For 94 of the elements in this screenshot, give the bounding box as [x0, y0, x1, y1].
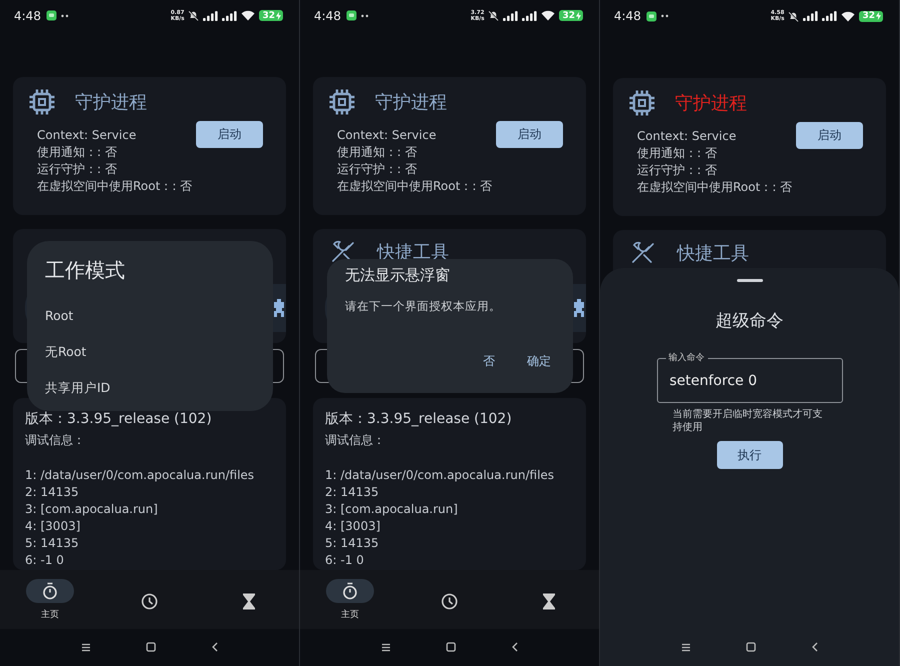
signal-icon	[803, 11, 818, 21]
start-button[interactable]: 启动	[796, 122, 863, 149]
version-text: 版本：3.3.95_release (102)	[25, 410, 213, 428]
signal-icon	[503, 10, 518, 21]
debug-line: 3: [com.apocalua.run]	[325, 501, 459, 518]
signal-icon	[203, 10, 218, 21]
mute-bell-icon	[188, 10, 200, 22]
dialog-title: 无法显示悬浮窗	[345, 266, 451, 285]
home-icon[interactable]	[446, 642, 456, 652]
clock-icon	[441, 592, 458, 610]
debug-line: 6: -1 0	[25, 552, 65, 570]
dialog-button[interactable]: 确定	[523, 351, 555, 372]
hourglass-icon	[542, 592, 556, 610]
start-button[interactable]: 启动	[196, 121, 263, 148]
dialog-button[interactable]: 否	[479, 351, 499, 372]
hourglass-icon	[242, 592, 256, 610]
back-icon[interactable]	[210, 642, 218, 652]
card-title: 守护进程	[75, 91, 147, 114]
dialog-title: 工作模式	[45, 257, 126, 284]
info-line: 在虚拟空间中使用Root：: 否	[337, 178, 494, 196]
drag-handle[interactable]	[736, 279, 762, 282]
wrench-icon	[629, 240, 657, 266]
info-line: 使用通知：: 否	[637, 145, 718, 162]
status-time: 4:48	[314, 8, 341, 23]
home-icon[interactable]	[746, 642, 756, 652]
card-title: 守护进程	[375, 91, 447, 114]
debug-line: 4: [3003]	[325, 518, 382, 536]
signal-icon	[222, 10, 238, 21]
wifi-icon	[241, 10, 256, 22]
status-time: 4:48	[614, 9, 641, 23]
info-line: 在虚拟空间中使用Root：: 否	[637, 179, 794, 196]
chat-icon	[346, 10, 357, 22]
chat-icon	[646, 10, 657, 22]
info-line: Context: Service	[637, 128, 738, 145]
info-line: Context: Service	[337, 127, 438, 144]
info-line: Context: Service	[37, 127, 138, 144]
card-title: 守护进程	[675, 92, 747, 115]
more-dots-icon	[60, 14, 69, 18]
info-line: 在虚拟空间中使用Root：: 否	[37, 178, 194, 196]
signal-icon	[822, 11, 838, 21]
debug-line: 2: 14135	[325, 484, 380, 502]
home-icon[interactable]	[146, 642, 156, 652]
battery-indicator: 32	[859, 10, 883, 22]
battery-indicator: 32	[259, 10, 283, 22]
status-time: 4:48	[14, 8, 41, 23]
version-text: 版本：3.3.95_release (102)	[325, 410, 513, 428]
info-line: 运行守护：: 否	[637, 162, 718, 179]
stopwatch-icon	[342, 582, 358, 600]
menu-icon[interactable]	[380, 642, 390, 652]
debug-line: 2: 14135	[25, 484, 80, 502]
chat-icon	[46, 10, 57, 22]
pixel-art-icon[interactable]	[274, 299, 284, 318]
back-icon[interactable]	[810, 642, 818, 652]
start-button[interactable]: 启动	[496, 121, 563, 148]
debug-line: 4: [3003]	[25, 518, 82, 536]
nav-tab[interactable]: 主页	[0, 570, 100, 629]
clock-icon	[141, 592, 158, 610]
info-line: 使用通知：: 否	[337, 144, 418, 162]
battery-indicator: 32	[559, 10, 583, 22]
menu-icon[interactable]	[80, 642, 90, 652]
debug-line: 3: [com.apocalua.run]	[25, 501, 159, 518]
mute-bell-icon	[788, 10, 800, 22]
chip-icon	[329, 89, 355, 116]
wifi-icon	[541, 10, 556, 22]
mode-option[interactable]: 无Root	[45, 334, 255, 370]
debug-label: 调试信息：	[25, 432, 86, 450]
wifi-icon	[841, 10, 856, 22]
nav-tab[interactable]: 主页	[300, 570, 400, 629]
debug-label: 调试信息：	[325, 432, 386, 450]
back-icon[interactable]	[510, 642, 518, 652]
stopwatch-icon	[42, 582, 58, 600]
pixel-art-icon[interactable]	[574, 299, 584, 318]
execute-button[interactable]: 执行	[716, 441, 782, 469]
signal-icon	[522, 10, 538, 21]
mode-option[interactable]: Root	[45, 298, 255, 334]
chip-icon	[629, 90, 655, 116]
info-line: 运行守护：: 否	[337, 161, 418, 178]
info-line: 运行守护：: 否	[37, 161, 118, 178]
menu-icon[interactable]	[680, 642, 690, 652]
debug-line: 5: 14135	[25, 535, 80, 552]
sheet-title: 超级命令	[716, 310, 784, 332]
debug-line: 5: 14135	[325, 535, 380, 552]
mode-option[interactable]: 共享用户ID	[45, 370, 255, 406]
helper-text: 当前需要开启临时宽容模式才可支持使用	[672, 408, 824, 434]
dialog-message: 请在下一个界面授权本应用。	[345, 299, 502, 314]
info-line: 使用通知：: 否	[37, 144, 118, 162]
more-dots-icon	[360, 14, 369, 18]
mute-bell-icon	[488, 10, 500, 22]
card-title: 快捷工具	[677, 242, 749, 265]
debug-line: 6: -1 0	[325, 552, 365, 570]
debug-line: 1: /data/user/0/com.apocalua.run/files	[25, 467, 256, 484]
chip-icon	[29, 89, 55, 116]
more-dots-icon	[660, 14, 669, 18]
debug-line: 1: /data/user/0/com.apocalua.run/files	[325, 467, 556, 484]
